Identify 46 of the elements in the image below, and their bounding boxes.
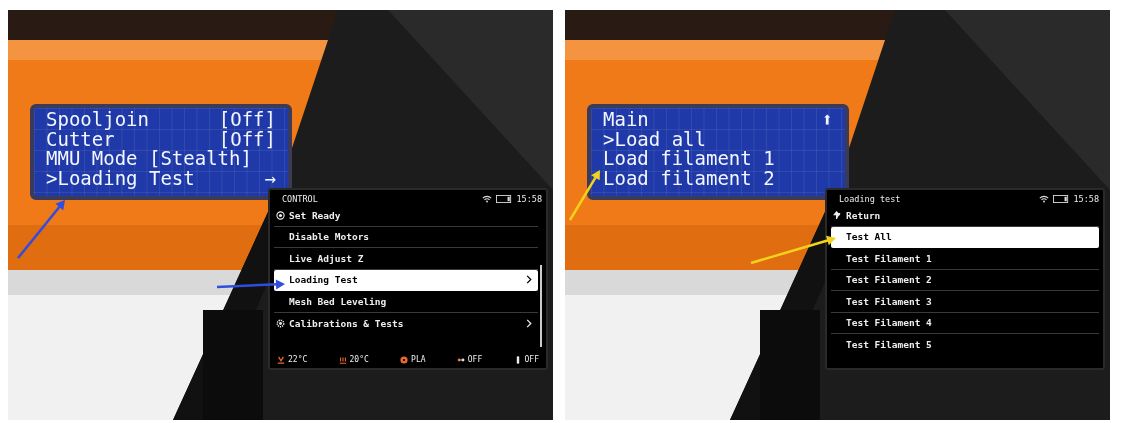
lcd-text: Main: [603, 110, 649, 130]
lcd-text: >Load all: [603, 129, 706, 149]
nozzle-icon: [277, 355, 285, 364]
lcd-text: Cutter: [46, 129, 115, 149]
lcd-text: MMU Mode [Stealth]: [46, 149, 252, 169]
target-icon: [276, 210, 285, 220]
status-value: 22°C: [288, 355, 308, 364]
lcd-value: ⬆: [821, 110, 833, 130]
clock-time: 15:58: [1073, 194, 1099, 204]
lcd-value: →: [264, 168, 276, 188]
lcd-text: Spooljoin: [46, 110, 149, 130]
menu-item[interactable]: Live Adjust Z: [274, 248, 538, 270]
menu-item[interactable]: Test Filament 2: [831, 269, 1099, 291]
lcd-text: >Loading Test: [46, 168, 195, 188]
battery-icon: [1053, 195, 1070, 203]
lcd-value: [Off]: [218, 129, 276, 149]
menu-item[interactable]: Disable Motors: [274, 226, 538, 248]
pointer-arrow: [568, 170, 600, 221]
status-value: OFF: [467, 355, 483, 364]
menu-item[interactable]: Test Filament 3: [831, 291, 1099, 313]
screen-title: Loading test: [838, 194, 902, 204]
lcd-value: [Off]: [218, 110, 276, 130]
battery-icon: [496, 195, 513, 203]
spool-icon: [400, 355, 409, 364]
heatbed-icon: [338, 355, 347, 364]
menu-item[interactable]: Test Filament 1: [831, 248, 1099, 270]
pointer-arrow: [216, 279, 285, 290]
screen-title: CONTROL: [281, 194, 319, 204]
status-value: 20°C: [349, 355, 369, 364]
wifi-icon: [1039, 195, 1050, 203]
menu-item[interactable]: Test Filament 4: [831, 312, 1099, 334]
menu-item[interactable]: Return: [831, 205, 1099, 227]
lcd-text: Load filament 2: [603, 168, 775, 188]
gear-icon: [276, 318, 285, 328]
clock-time: 15:58: [516, 194, 542, 204]
menu-item[interactable]: Loading Test: [274, 269, 538, 291]
wifi-icon: [482, 195, 493, 203]
status-value: OFF: [524, 355, 539, 364]
menu-item[interactable]: Calibrations & Tests: [274, 312, 538, 334]
menu-item[interactable]: Mesh Bed Leveling: [274, 291, 538, 313]
status-value: PLA: [411, 355, 426, 364]
menu-item[interactable]: Test Filament 5: [831, 334, 1099, 356]
lcd-text: Load filament 1: [603, 149, 775, 169]
pointer-arrow: [17, 200, 65, 259]
menu-item[interactable]: Test All: [831, 226, 1099, 248]
menu-item[interactable]: Set Ready: [274, 205, 538, 227]
